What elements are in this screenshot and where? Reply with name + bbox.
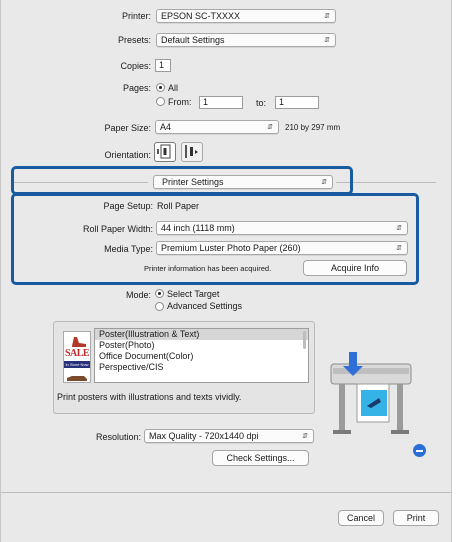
info-badge-icon <box>413 444 426 457</box>
roll-paper-width-label: Roll Paper Width: <box>82 224 153 234</box>
pages-all-radio[interactable] <box>156 83 165 92</box>
print-button[interactable]: Print <box>393 510 439 526</box>
portrait-orientation-button[interactable] <box>154 142 176 162</box>
updown-arrows-icon: ⇵ <box>324 13 330 20</box>
updown-arrows-icon: ⇵ <box>324 37 330 44</box>
separator-right <box>336 182 436 183</box>
pages-to-field[interactable]: 1 <box>275 96 319 109</box>
mode-select-target-label: Select Target <box>167 289 220 299</box>
target-list-item[interactable]: Office Document(Color) <box>95 351 308 362</box>
presets-popup[interactable]: Default Settings ⇵ <box>156 33 336 47</box>
updown-arrows-icon: ⇵ <box>396 245 402 252</box>
target-list-scrollbar[interactable] <box>303 331 306 349</box>
updown-arrows-icon: ⇵ <box>396 225 402 232</box>
poster-preview-image: SALE In Store Now <box>63 331 91 383</box>
printer-value: EPSON SC-TXXXX <box>161 11 241 21</box>
mode-advanced-settings-label: Advanced Settings <box>167 301 243 311</box>
pages-to-label: to: <box>256 98 267 108</box>
pages-from-radio[interactable] <box>156 97 165 106</box>
pages-from-field[interactable]: 1 <box>199 96 243 109</box>
resolution-popup[interactable]: Max Quality - 720x1440 dpi ⇵ <box>144 429 314 443</box>
panel-menu-popup[interactable]: Printer Settings ⇵ <box>153 175 333 189</box>
updown-arrows-icon: ⇵ <box>302 433 308 440</box>
preview-store-text: In Store Now <box>65 362 89 367</box>
preview-banner: In Store Now <box>64 361 90 368</box>
updown-arrows-icon: ⇵ <box>321 179 327 186</box>
panel-menu-value: Printer Settings <box>162 177 224 187</box>
resolution-value: Max Quality - 720x1440 dpi <box>149 431 259 441</box>
shoe-icon <box>72 337 86 347</box>
media-type-popup[interactable]: Premium Luster Photo Paper (260) ⇵ <box>156 241 408 255</box>
updown-arrows-icon: ⇵ <box>267 124 273 131</box>
page-setup-value: Roll Paper <box>157 201 200 211</box>
pages-all-label: All <box>168 83 179 93</box>
acquire-info-button[interactable]: Acquire Info <box>303 260 407 276</box>
roll-paper-width-value: 44 inch (1118 mm) <box>161 223 235 233</box>
target-list-item[interactable]: Poster(Photo) <box>95 340 308 351</box>
roll-paper-width-popup[interactable]: 44 inch (1118 mm) ⇵ <box>156 221 408 235</box>
paper-size-popup[interactable]: A4 ⇵ <box>155 120 279 134</box>
mode-label: Mode: <box>125 290 151 300</box>
paper-size-dimensions: 210 by 297 mm <box>285 123 341 132</box>
copies-label: Copies: <box>120 61 151 71</box>
printer-info-status: Printer information has been acquired. <box>144 264 272 273</box>
target-description: Print posters with illustrations and tex… <box>57 392 242 402</box>
target-list-item[interactable]: Perspective/CIS <box>95 362 308 373</box>
pages-from-label: From: <box>168 97 192 107</box>
preview-sale-text: SALE <box>64 348 90 359</box>
printer-label: Printer: <box>121 11 151 21</box>
portrait-icon <box>157 144 171 159</box>
media-type-value: Premium Luster Photo Paper (260) <box>161 243 301 253</box>
landscape-orientation-button[interactable] <box>181 142 203 162</box>
paper-size-value: A4 <box>160 122 172 132</box>
target-list[interactable]: Poster(Illustration & Text) Poster(Photo)… <box>94 328 309 383</box>
printer-illustration-icon <box>330 352 412 434</box>
pages-label: Pages: <box>122 83 151 93</box>
cancel-button[interactable]: Cancel <box>338 510 384 526</box>
orientation-label: Orientation: <box>104 150 151 160</box>
print-dialog: Printer: EPSON SC-TXXXX ⇵ Presets: Defau… <box>0 0 452 542</box>
copies-field[interactable]: 1 <box>155 59 171 72</box>
landscape-icon <box>185 145 198 158</box>
mode-select-target-radio[interactable] <box>155 289 164 298</box>
footer-separator <box>1 492 451 493</box>
paper-size-label: Paper Size: <box>104 123 151 133</box>
presets-value: Default Settings <box>161 35 225 45</box>
check-settings-button[interactable]: Check Settings... <box>212 450 309 466</box>
shoe-icon <box>67 376 87 381</box>
printer-popup[interactable]: EPSON SC-TXXXX ⇵ <box>156 9 336 23</box>
page-setup-label: Page Setup: <box>103 201 153 211</box>
presets-label: Presets: <box>117 35 151 45</box>
separator-left <box>13 182 148 183</box>
media-type-label: Media Type: <box>104 244 153 254</box>
target-list-item[interactable]: Poster(Illustration & Text) <box>95 329 308 340</box>
info-badge-line <box>416 450 423 452</box>
resolution-label: Resolution: <box>95 432 141 442</box>
mode-advanced-settings-radio[interactable] <box>155 302 164 311</box>
